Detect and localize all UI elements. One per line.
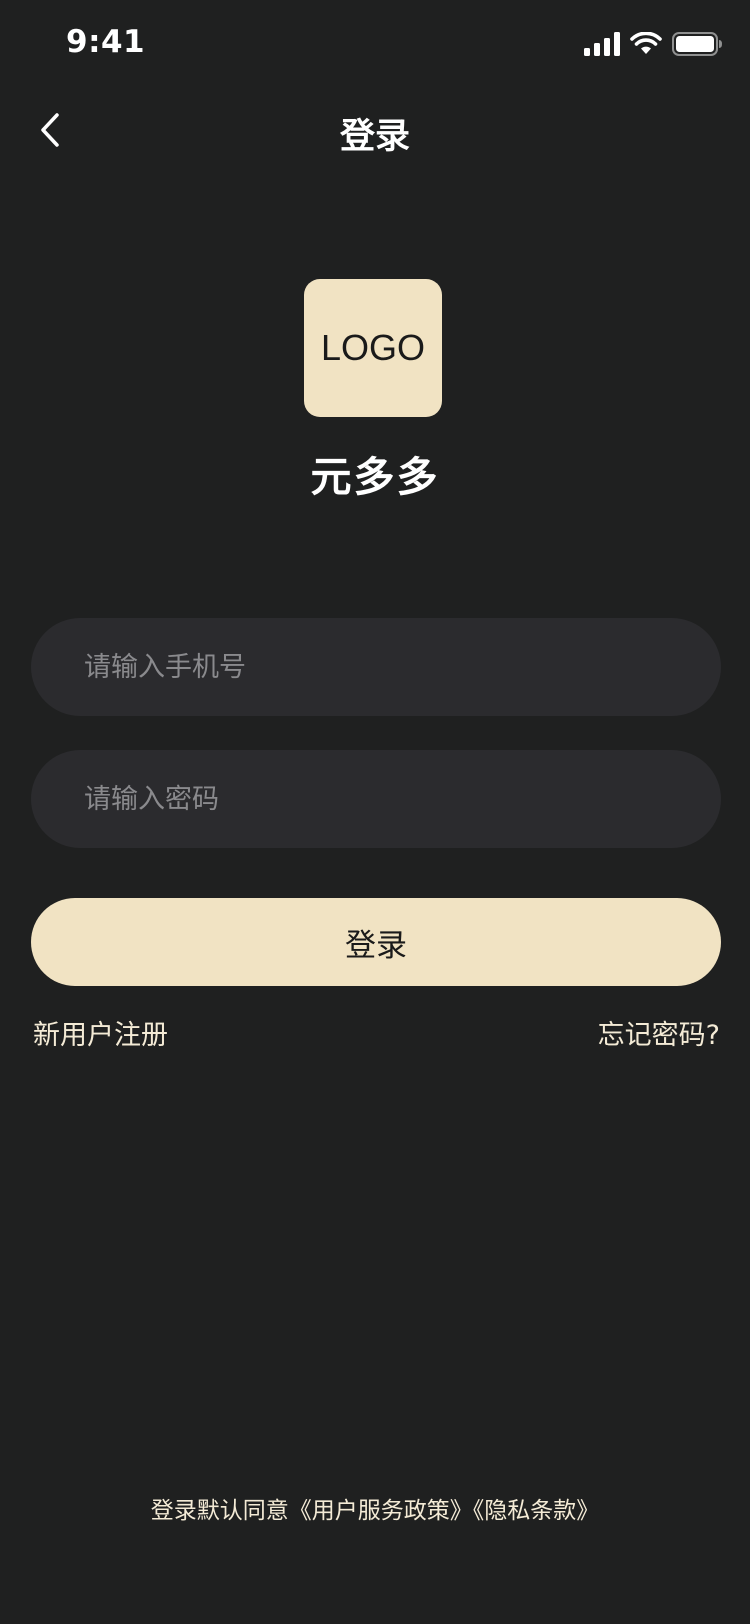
privacy-terms-link[interactable]: 《隐私条款》 (473, 1498, 600, 1524)
logo-text: LOGO (320, 327, 426, 368)
status-icons (584, 31, 722, 60)
app-logo: LOGO (304, 279, 442, 417)
page-title: 登录 (339, 117, 410, 157)
wifi-icon (630, 31, 662, 60)
status-bar: 9:41 (0, 0, 750, 88)
battery-icon (672, 32, 722, 60)
cellular-signal-icon (584, 32, 620, 60)
register-link[interactable]: 新用户注册 (33, 1013, 168, 1052)
app-name: 元多多 (310, 453, 440, 501)
password-field-container (31, 750, 721, 848)
password-input[interactable] (82, 782, 721, 816)
nav-bar: 登录 (0, 88, 750, 176)
login-button[interactable]: 登录 (31, 898, 721, 986)
status-time: 9:41 (66, 24, 146, 60)
phone-input[interactable] (82, 650, 721, 684)
agreement-prefix: 登录默认同意 (150, 1498, 289, 1524)
forgot-password-link[interactable]: 忘记密码? (598, 1013, 720, 1052)
agreement-notice: 登录默认同意《用户服务政策》《隐私条款》 (0, 1491, 750, 1525)
phone-field-container (31, 618, 721, 716)
service-policy-link[interactable]: 《用户服务政策》 (289, 1498, 473, 1524)
